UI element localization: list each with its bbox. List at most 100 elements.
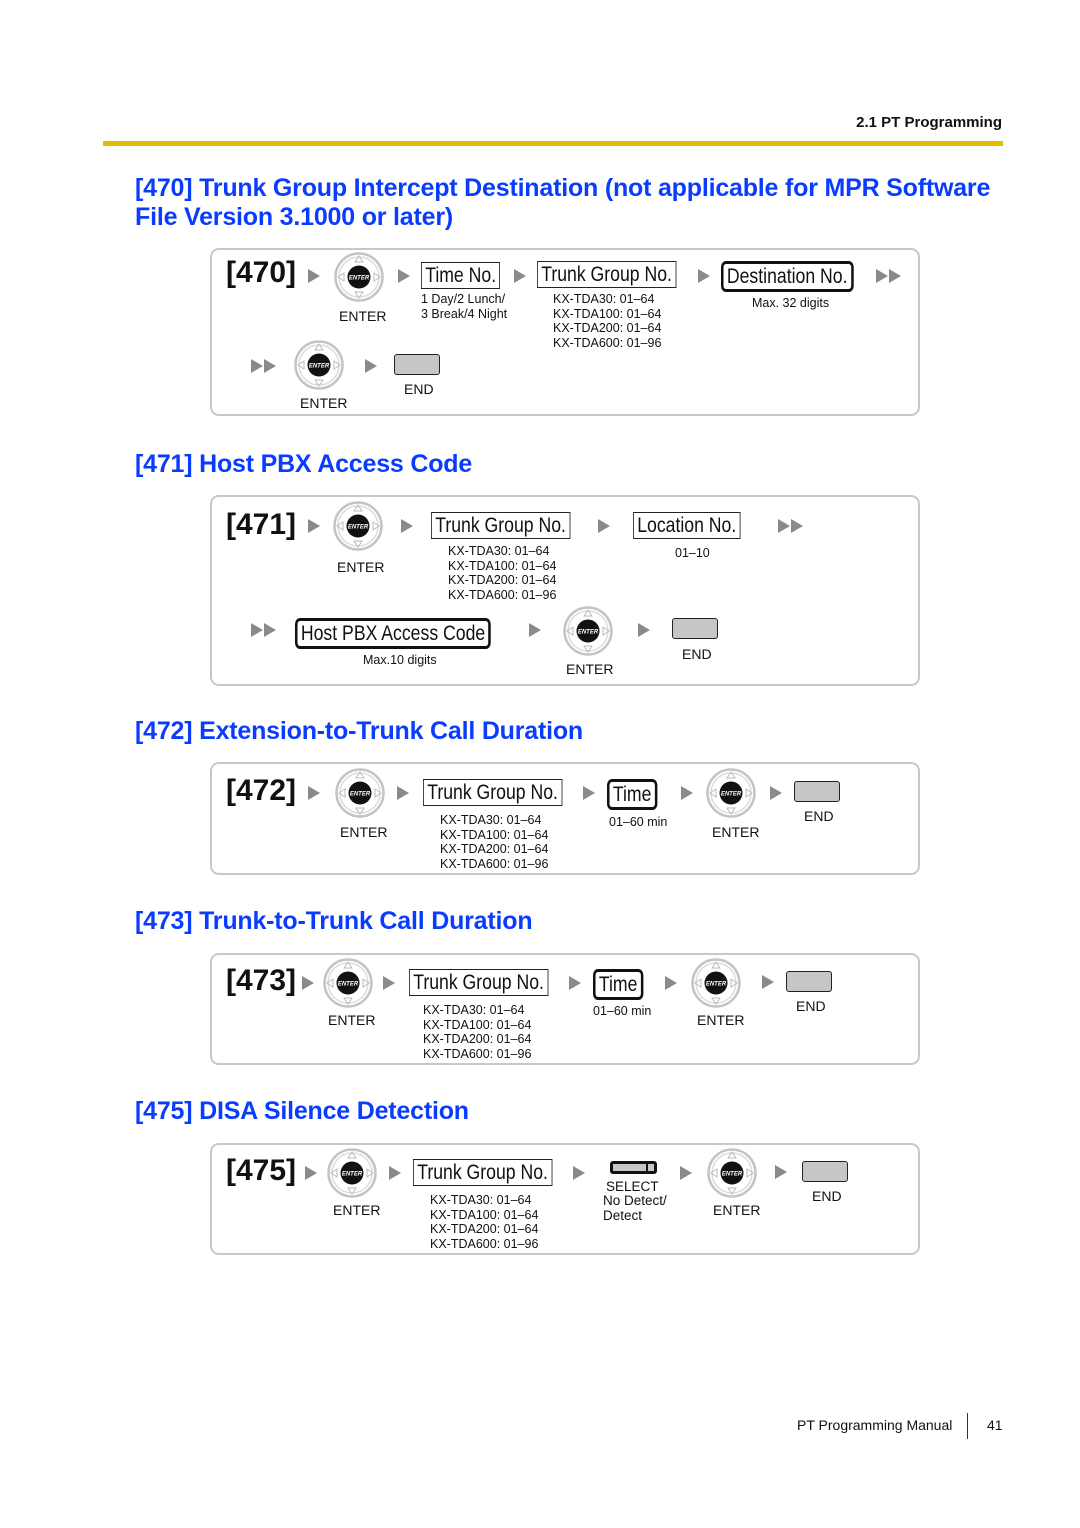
arrow-icon [514, 269, 526, 283]
enter-key-text: ENTER [342, 1172, 363, 1178]
enter-label: ENTER [300, 395, 348, 411]
arrow-icon [302, 976, 314, 990]
program-code: [475] [226, 1154, 297, 1187]
trunk-range-item: KX-TDA30: 01–64 [553, 292, 655, 306]
trunk-ranges: KX-TDA30: 01–64 KX-TDA100: 01–64 KX-TDA200… [430, 1193, 538, 1251]
arrow-icon [365, 359, 377, 373]
arrow-icon [762, 975, 774, 989]
end-label: END [404, 381, 434, 397]
continue-arrow-icon [251, 359, 276, 373]
section-title-473: [473] Trunk-to-Trunk Call Duration [135, 907, 533, 935]
end-key-icon [672, 618, 718, 639]
section-title-471: [471] Host PBX Access Code [135, 450, 473, 478]
arrow-icon [583, 786, 595, 800]
trunk-group-box: Trunk Group No. [423, 779, 563, 806]
trunk-range-item: KX-TDA100: 01–64 [553, 306, 662, 321]
enter-key-text: ENTER [722, 1172, 743, 1178]
program-code: [471] [226, 508, 297, 541]
enter-key-icon: ENTER [691, 958, 741, 1013]
enter-key-text: ENTER [348, 525, 369, 531]
arrow-icon [305, 1166, 317, 1180]
arrow-icon [770, 786, 782, 800]
enter-key-icon: ENTER [563, 606, 613, 661]
title-line-1: [470] Trunk Group Intercept Destination … [135, 174, 991, 202]
arrow-icon [573, 1166, 585, 1180]
enter-label: ENTER [333, 1202, 381, 1218]
trunk-range-item: KX-TDA600: 01–96 [448, 587, 557, 602]
trunk-range-item: KX-TDA30: 01–64 [440, 813, 542, 827]
section-title-470: [470] Trunk Group Intercept Destination … [135, 174, 990, 232]
trunk-group-box: Trunk Group No. [409, 969, 549, 996]
trunk-ranges: KX-TDA30: 01–64 KX-TDA100: 01–64 KX-TDA200… [553, 292, 661, 350]
trunk-range-item: KX-TDA100: 01–64 [423, 1017, 532, 1032]
enter-label: ENTER [339, 308, 387, 324]
arrow-icon [665, 976, 677, 990]
trunk-ranges: KX-TDA30: 01–64 KX-TDA100: 01–64 KX-TDA200… [448, 544, 556, 602]
trunk-range-item: KX-TDA30: 01–64 [430, 1193, 532, 1207]
end-key-icon [786, 971, 832, 992]
enter-key-icon: ENTER [706, 768, 756, 823]
enter-label: ENTER [328, 1012, 376, 1028]
program-code: [472] [226, 774, 297, 807]
arrow-icon [398, 269, 410, 283]
end-label: END [796, 998, 826, 1014]
trunk-range-item: KX-TDA600: 01–96 [430, 1236, 539, 1251]
enter-key-text: ENTER [309, 364, 330, 370]
title-line-2: File Version 3.1000 or later) [135, 203, 453, 231]
footer-divider [967, 1413, 968, 1439]
enter-key-icon: ENTER [323, 958, 373, 1013]
enter-key-icon: ENTER [707, 1148, 757, 1203]
program-code: [470] [226, 256, 297, 289]
enter-label: ENTER [697, 1012, 745, 1028]
end-key-icon [394, 354, 440, 375]
arrow-icon [681, 786, 693, 800]
arrow-icon [569, 976, 581, 990]
enter-key-text: ENTER [578, 630, 599, 636]
trunk-range-item: KX-TDA30: 01–64 [423, 1003, 525, 1017]
arrow-icon [397, 786, 409, 800]
trunk-ranges: KX-TDA30: 01–64 KX-TDA100: 01–64 KX-TDA200… [440, 813, 548, 871]
enter-label: ENTER [713, 1202, 761, 1218]
enter-key-text: ENTER [350, 792, 371, 798]
trunk-range-item: KX-TDA200: 01–64 [553, 321, 662, 335]
arrow-icon [638, 623, 650, 637]
trunk-ranges: KX-TDA30: 01–64 KX-TDA100: 01–64 KX-TDA200… [423, 1003, 531, 1061]
enter-label: ENTER [712, 824, 760, 840]
arrow-icon [680, 1166, 692, 1180]
arrow-icon [529, 623, 541, 637]
trunk-range-item: KX-TDA100: 01–64 [448, 558, 557, 573]
end-label: END [812, 1188, 842, 1204]
continue-arrow-icon [876, 269, 901, 283]
program-code: [473] [226, 964, 297, 997]
enter-label: ENTER [340, 824, 388, 840]
time-note: 01–60 min [609, 815, 668, 829]
trunk-range-item: KX-TDA100: 01–64 [430, 1207, 539, 1222]
trunk-range-item: KX-TDA600: 01–96 [553, 335, 662, 350]
enter-key-icon: ENTER [333, 501, 383, 556]
enter-label: ENTER [337, 559, 385, 575]
enter-key-icon: ENTER [294, 340, 344, 395]
arrow-icon [383, 976, 395, 990]
trunk-range-item: KX-TDA200: 01–64 [430, 1222, 539, 1236]
continue-arrow-icon [251, 623, 276, 637]
host-pbx-box: Host PBX Access Code [295, 618, 492, 649]
end-label: END [804, 808, 834, 824]
page-number: 41 [987, 1417, 1003, 1433]
select-note: No Detect/Detect [603, 1193, 667, 1223]
enter-key-text: ENTER [349, 276, 370, 282]
end-label: END [682, 646, 712, 662]
trunk-range-item: KX-TDA200: 01–64 [423, 1032, 532, 1046]
trunk-group-box: Trunk Group No. [431, 512, 571, 539]
arrow-icon [598, 519, 610, 533]
destination-box: Destination No. [721, 261, 854, 292]
host-note: Max.10 digits [363, 653, 437, 667]
end-key-icon [802, 1161, 848, 1182]
destination-note: Max. 32 digits [752, 296, 830, 310]
footer-manual-title: PT Programming Manual [797, 1417, 953, 1433]
enter-key-text: ENTER [338, 982, 359, 988]
enter-label: ENTER [566, 661, 614, 677]
time-note: 01–60 min [593, 1004, 652, 1018]
trunk-group-box: Trunk Group No. [413, 1159, 553, 1186]
enter-key-icon: ENTER [327, 1148, 377, 1203]
arrow-icon [308, 786, 320, 800]
